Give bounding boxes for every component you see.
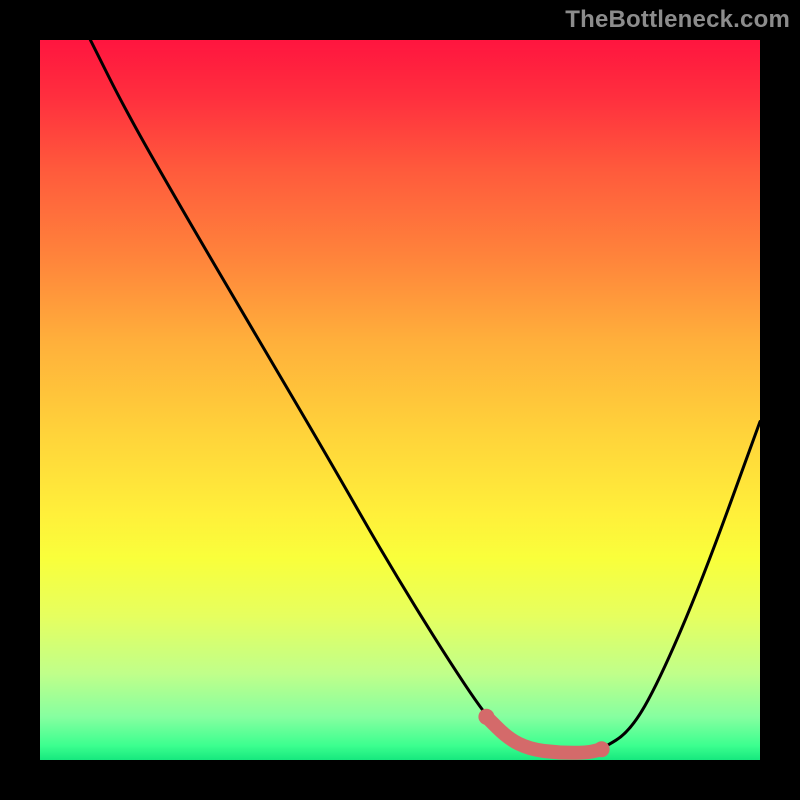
optimal-zone-end-dot	[594, 741, 610, 757]
chart-container: TheBottleneck.com	[0, 0, 800, 800]
curve-svg	[40, 40, 760, 760]
optimal-zone-path	[486, 717, 601, 753]
optimal-zone-start-dot	[478, 709, 494, 725]
plot-area	[40, 40, 760, 760]
bottleneck-curve-path	[90, 40, 760, 753]
watermark-label: TheBottleneck.com	[565, 6, 790, 34]
